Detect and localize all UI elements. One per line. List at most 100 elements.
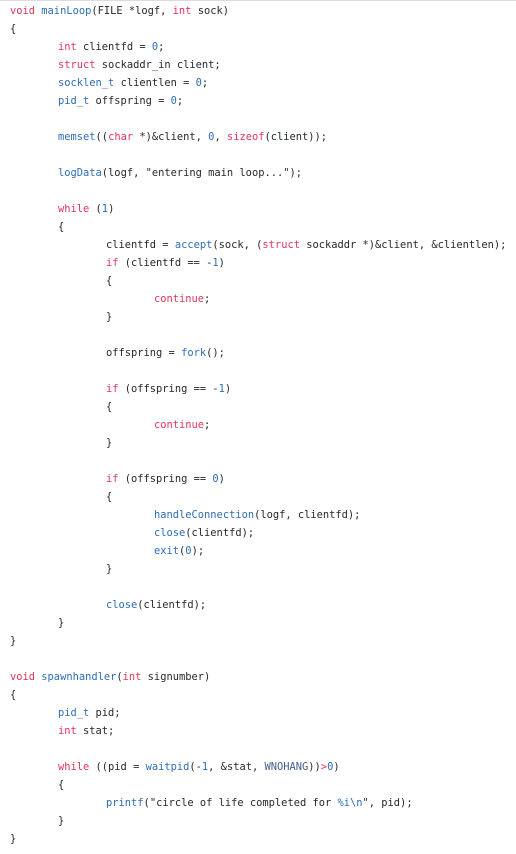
plain-token: )	[108, 203, 115, 215]
function-token: close	[106, 599, 138, 611]
code-line: {	[10, 272, 506, 290]
plain-token: ();	[206, 347, 225, 359]
keyword-token: void	[10, 5, 36, 17]
plain-token: }	[106, 311, 113, 323]
code-line: struct sockaddr_in client;	[10, 56, 506, 74]
plain-token: {	[58, 779, 65, 791]
code-line: continue;	[10, 290, 506, 308]
code-line: offspring = fork();	[10, 344, 506, 362]
plain-token: signumber)	[141, 671, 211, 683]
function-token: logData	[58, 167, 102, 179]
code-line: socklen_t clientlen = 0;	[10, 74, 506, 92]
code-line: int clientfd = 0;	[10, 38, 506, 56]
plain-token: )	[218, 257, 225, 269]
keyword-token: char	[108, 131, 134, 143]
function-token: spawnhandler	[41, 671, 117, 683]
plain-token: ,	[214, 131, 227, 143]
keyword-token: sizeof	[226, 131, 265, 143]
keyword-token: int	[172, 5, 192, 17]
code-line: continue;	[10, 416, 506, 434]
plain-token: (FILE *logf,	[91, 5, 173, 17]
code-line: }	[10, 308, 506, 326]
plain-token: stat;	[76, 725, 115, 737]
plain-token: {	[58, 221, 65, 233]
plain-token: offspring =	[106, 347, 182, 359]
code-line: pid_t offspring = 0;	[10, 92, 506, 110]
code-line: }	[10, 434, 506, 452]
code-line: logData(logf, "entering main loop...");	[10, 164, 506, 182]
plain-token: }	[106, 563, 113, 575]
code-line: while (1)	[10, 200, 506, 218]
plain-token: )	[224, 383, 232, 395]
type-token: pid_t	[58, 95, 90, 107]
plain-token: ((	[95, 131, 109, 143]
code-line: }	[10, 614, 506, 632]
plain-token: , &stat,	[208, 761, 265, 773]
keyword-token: continue	[154, 293, 205, 305]
string-token: "circle of life completed for	[149, 797, 338, 809]
plain-token: pid;	[89, 707, 121, 719]
plain-token: (clientfd);	[185, 527, 255, 539]
function-token: mainLoop	[41, 5, 92, 17]
plain-token: (clientfd);	[137, 599, 207, 611]
plain-token: *)&client,	[133, 131, 209, 143]
plain-token: clientlen =	[114, 77, 196, 89]
keyword-token: int	[58, 725, 77, 737]
plain-token: ))	[308, 761, 321, 773]
plain-token: (sock, (	[212, 239, 263, 251]
code-line: {	[10, 776, 506, 794]
plain-token: ;	[176, 95, 184, 107]
code-line: exit(0);	[10, 542, 506, 560]
plain-token: offspring =	[89, 95, 171, 107]
plain-token: }	[58, 815, 65, 827]
function-token: waitpid	[145, 761, 190, 773]
constant-token: WNOHANG	[264, 761, 309, 773]
keyword-token: while	[58, 203, 90, 215]
function-token: exit	[154, 545, 180, 557]
code-line: }	[10, 632, 506, 650]
code-line: }	[10, 812, 506, 830]
code-line: void spawnhandler(int signumber)	[10, 668, 506, 686]
plain-token: sockaddr_in client;	[95, 59, 221, 71]
keyword-token: continue	[154, 419, 205, 431]
code-line: close(clientfd);	[10, 596, 506, 614]
code-line: clientfd = accept(sock, (struct sockaddr…	[10, 236, 506, 254]
plain-token: ;	[204, 293, 211, 305]
code-line: handleConnection(logf, clientfd);	[10, 506, 506, 524]
plain-token: {	[10, 23, 17, 35]
type-token: socklen_t	[58, 77, 115, 89]
code-line: {	[10, 218, 506, 236]
plain-token: ;	[158, 41, 165, 53]
plain-token: (offspring == -	[118, 383, 219, 395]
plain-token: {	[106, 491, 113, 503]
plain-token: (client));	[264, 131, 328, 143]
plain-token: {	[10, 689, 17, 701]
plain-token: }	[106, 437, 113, 449]
plain-token: (	[89, 203, 102, 215]
plain-token: ;	[201, 77, 209, 89]
plain-token: ;	[204, 419, 211, 431]
plain-token: (logf, clientfd);	[254, 509, 361, 521]
plain-token: }	[10, 635, 17, 647]
keyword-token: struct	[58, 59, 96, 71]
plain-token: sock)	[191, 5, 229, 17]
function-token: handleConnection	[154, 509, 255, 521]
plain-token: (logf,	[101, 167, 146, 179]
code-line: }	[10, 830, 506, 848]
code-line: }	[10, 560, 506, 578]
plain-token: (offspring ==	[118, 473, 213, 485]
plain-token: {	[106, 401, 113, 413]
plain-token: }	[10, 833, 17, 845]
keyword-token: void	[10, 671, 36, 683]
code-line: {	[10, 488, 506, 506]
function-token: fork	[181, 347, 207, 359]
